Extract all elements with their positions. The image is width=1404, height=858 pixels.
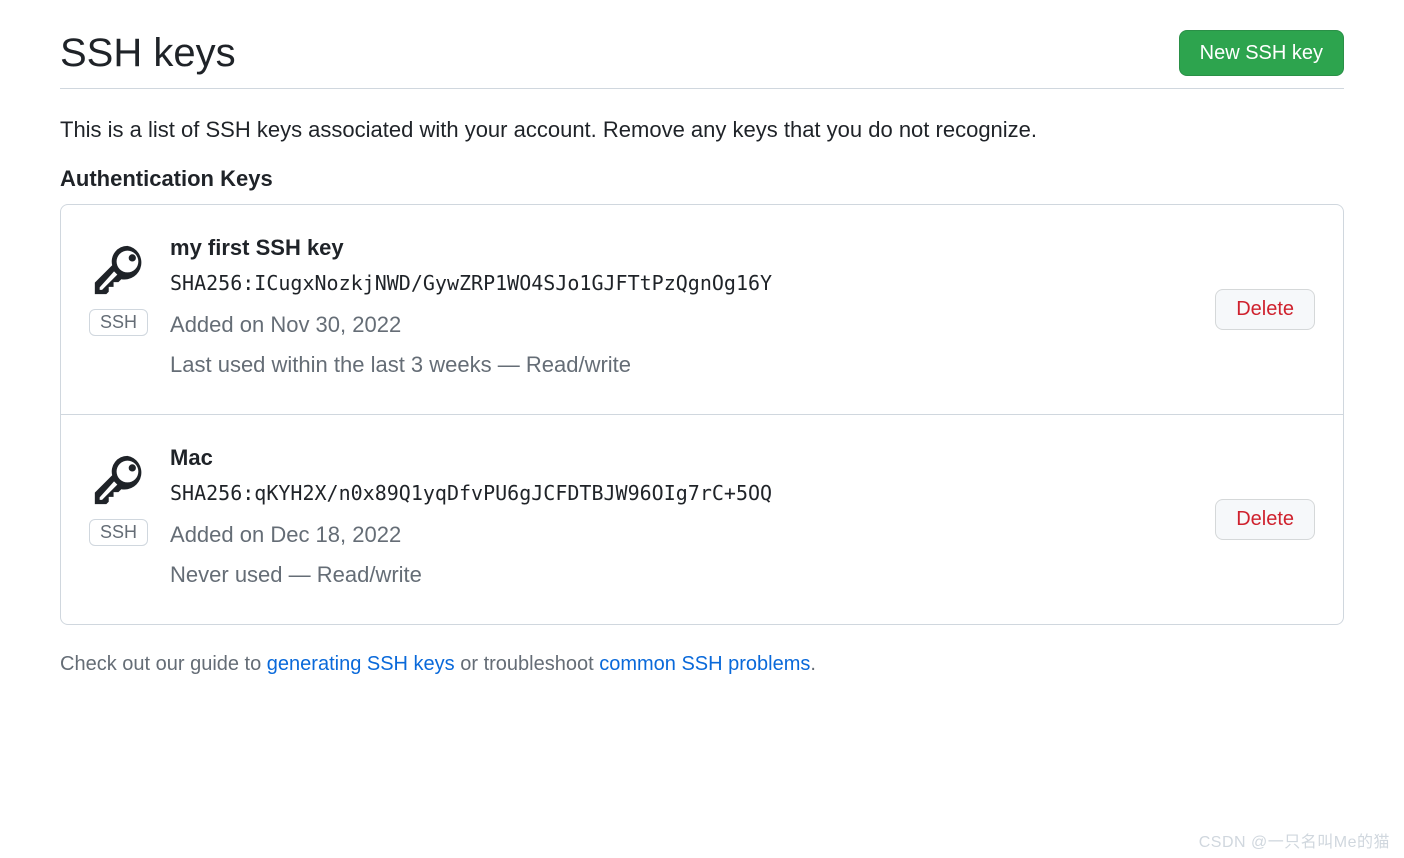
key-name: Mac (170, 445, 1199, 471)
key-name: my first SSH key (170, 235, 1199, 261)
delete-key-button[interactable]: Delete (1215, 499, 1315, 540)
footer-suffix: . (810, 653, 816, 675)
page-title: SSH keys (60, 31, 236, 76)
ssh-keys-list: SSH my first SSH key SHA256:ICugxNozkjNW… (60, 204, 1344, 625)
footer-prefix: Check out our guide to (60, 653, 267, 675)
key-icon-column: SSH (89, 445, 148, 546)
key-added-date: Added on Dec 18, 2022 (170, 515, 1199, 555)
key-fingerprint: SHA256:ICugxNozkjNWD/GywZRP1WO4SJo1GJFTt… (170, 271, 1199, 295)
delete-key-button[interactable]: Delete (1215, 289, 1315, 330)
key-details: my first SSH key SHA256:ICugxNozkjNWD/Gy… (170, 235, 1199, 384)
ssh-key-item: SSH Mac SHA256:qKYH2X/n0x89Q1yqDfvPU6gJC… (61, 415, 1343, 624)
key-icon-column: SSH (89, 235, 148, 336)
key-details: Mac SHA256:qKYH2X/n0x89Q1yqDfvPU6gJCFDTB… (170, 445, 1199, 594)
common-ssh-problems-link[interactable]: common SSH problems (599, 653, 810, 675)
ssh-badge: SSH (89, 309, 148, 336)
ssh-key-item: SSH my first SSH key SHA256:ICugxNozkjNW… (61, 205, 1343, 415)
new-ssh-key-button[interactable]: New SSH key (1179, 30, 1344, 76)
key-fingerprint: SHA256:qKYH2X/n0x89Q1yqDfvPU6gJCFDTBJW96… (170, 481, 1199, 505)
key-icon (90, 241, 148, 299)
page-description: This is a list of SSH keys associated wi… (60, 113, 1344, 146)
key-icon (90, 451, 148, 509)
ssh-badge: SSH (89, 519, 148, 546)
key-usage: Last used within the last 3 weeks — Read… (170, 345, 1199, 385)
key-usage: Never used — Read/write (170, 555, 1199, 595)
page-header: SSH keys New SSH key (60, 30, 1344, 89)
generating-ssh-keys-link[interactable]: generating SSH keys (267, 653, 455, 675)
footer-middle: or troubleshoot (455, 653, 600, 675)
key-added-date: Added on Nov 30, 2022 (170, 305, 1199, 345)
footer-guide: Check out our guide to generating SSH ke… (60, 649, 1344, 679)
section-heading: Authentication Keys (60, 166, 1344, 192)
watermark: CSDN @一只名叫Me的猫 (1199, 828, 1390, 852)
